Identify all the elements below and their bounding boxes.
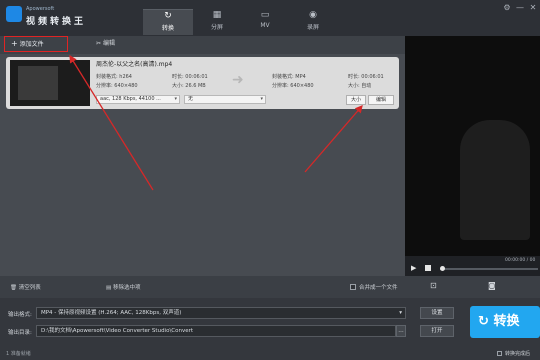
arrow-to-size — [304, 105, 363, 173]
annotation-arrows — [69, 54, 363, 191]
arrow-to-add-file — [69, 54, 154, 191]
